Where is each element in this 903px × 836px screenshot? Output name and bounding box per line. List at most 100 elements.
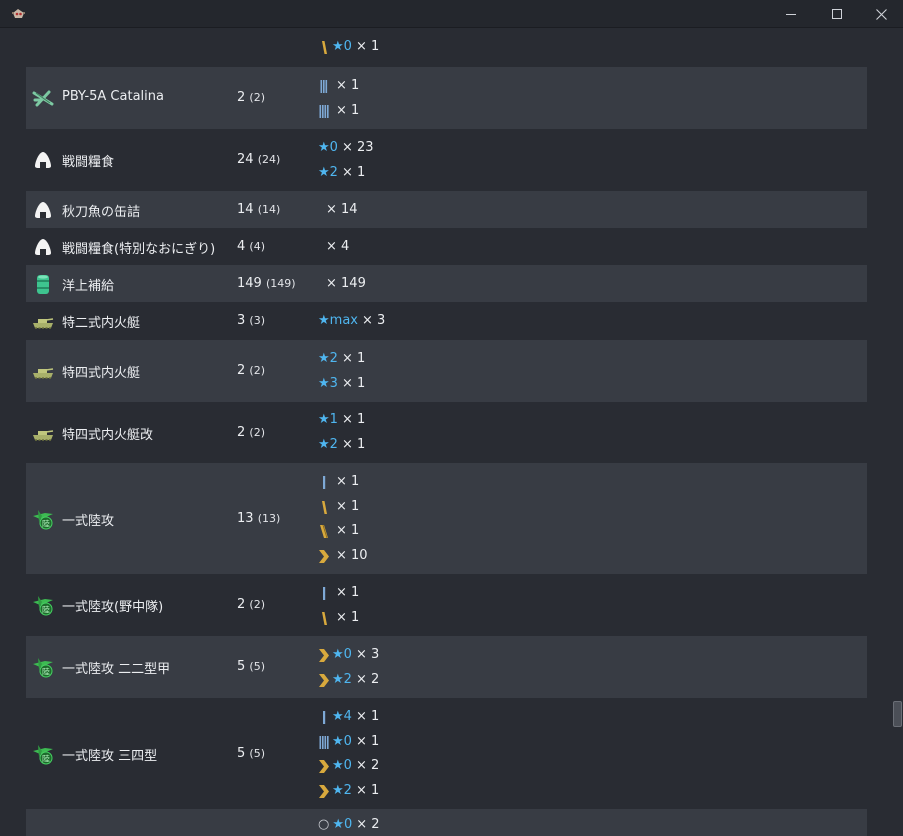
equipment-count: 5 (5)	[237, 746, 265, 761]
count-total: 5	[237, 746, 246, 761]
improvement-multiplier: × 1	[341, 376, 366, 391]
improvement-line: ★max × 3	[318, 313, 385, 329]
improvement-multiplier: × 2	[356, 817, 380, 832]
count-available: (2)	[249, 598, 266, 611]
land-bomber-icon: 陸	[32, 594, 54, 616]
improvement-line: ○ ★0 × 2	[318, 817, 380, 833]
svg-text:陸: 陸	[42, 754, 50, 764]
table-row[interactable]: 陸一式陸攻 二二型甲 5 (5) ★0 × 3 ★2 × 2	[26, 636, 867, 698]
improvement-multiplier: × 23	[341, 140, 374, 155]
improvement-multiplier: × 10	[336, 548, 368, 563]
improvement-multiplier: × 1	[336, 499, 360, 514]
proficiency-chevron-yellow-icon	[318, 549, 330, 564]
improvement-line: × 4	[322, 239, 349, 255]
maximize-button[interactable]	[814, 0, 860, 28]
count-total: 3	[237, 313, 246, 328]
equipment-count: 149 (149)	[237, 276, 296, 291]
svg-text:陸: 陸	[42, 667, 50, 677]
count-total: 2	[237, 597, 246, 612]
count-total: 5	[237, 659, 246, 674]
improvement-multiplier: × 1	[341, 412, 366, 427]
table-row[interactable]: 特四式内火艇改 2 (2) ★1 × 1 ★2 × 1	[26, 402, 867, 463]
improvement-line: ★2 × 1	[318, 351, 365, 367]
tank-icon	[32, 360, 54, 382]
improvement-multiplier: × 1	[341, 351, 366, 366]
improvement-multiplier: × 2	[355, 758, 380, 773]
count-total: 13	[237, 511, 254, 526]
improvement-multiplier: × 1	[336, 78, 360, 93]
improvement-line: ★2 × 2	[318, 672, 379, 688]
improvement-star: ★2	[332, 672, 352, 687]
count-available: (2)	[249, 364, 266, 377]
improvement-star: ★0	[318, 140, 338, 155]
table-row[interactable]: 陸 一式陸攻(野中隊) 2 (2) × 1 × 1	[26, 574, 867, 636]
improvement-multiplier: × 1	[336, 610, 360, 625]
improvement-multiplier: × 3	[355, 647, 380, 662]
table-row[interactable]: PBY-5A Catalina 2 (2) × 1 × 1	[26, 67, 867, 129]
improvement-line: × 1	[318, 474, 359, 490]
app-logo-icon	[12, 9, 25, 18]
improvement-line: ★0 × 3	[318, 647, 379, 663]
proficiency-single-yellow-icon	[318, 40, 330, 55]
improvement-multiplier: × 1	[355, 734, 380, 749]
count-available: (24)	[257, 153, 281, 166]
improvement-star: ★2	[318, 351, 338, 366]
proficiency-triple-blue-icon	[318, 79, 330, 94]
equipment-name: 洋上補給	[62, 279, 115, 294]
circle-icon: ○	[318, 817, 330, 832]
table-row[interactable]: 陸 一式陸攻 13 (13) × 1 × 1 × 1 × 10	[26, 463, 867, 574]
proficiency-chevron-yellow-icon	[318, 784, 330, 799]
count-available: (13)	[257, 512, 281, 525]
maximize-icon	[832, 9, 842, 19]
title-bar	[0, 0, 903, 28]
seaplane-icon	[32, 87, 54, 109]
onigiri-icon	[32, 236, 54, 258]
equipment-count: 5 (5)	[237, 659, 265, 674]
close-button[interactable]	[858, 0, 903, 28]
equipment-count: 2 (2)	[237, 425, 265, 440]
improvement-star: ★0	[332, 647, 352, 662]
table-row[interactable]: 特二式内火艇 3 (3) ★max × 3	[26, 302, 867, 340]
equipment-name: 一式陸攻 二二型甲	[62, 662, 171, 677]
table-row[interactable]: 洋上補給 149 (149) × 149	[26, 265, 867, 302]
equipment-name: 戦闘糧食(特別なおにぎり)	[62, 242, 216, 257]
onigiri-icon	[32, 149, 54, 171]
improvement-multiplier: × 1	[355, 709, 380, 724]
table-row[interactable]: 秋刀魚の缶詰 14 (14) × 14	[26, 191, 867, 228]
count-total: 4	[237, 239, 246, 254]
proficiency-chevron-yellow-icon	[318, 673, 330, 688]
count-total: 2	[237, 425, 246, 440]
improvement-line: × 1	[318, 103, 359, 119]
equipment-name: PBY-5A Catalina	[62, 89, 164, 104]
equipment-count: 13 (13)	[237, 511, 280, 526]
count-available: (2)	[249, 426, 266, 439]
table-row[interactable]: 陸一式陸攻 三四型 5 (5) ★4 × 1 ★0 × 1 ★0 × 2 ★2 × 1	[26, 698, 867, 809]
table-row[interactable]: ★0 × 1	[26, 29, 867, 67]
table-row[interactable]: ○ ★0 × 2	[26, 809, 867, 836]
tank-icon	[32, 310, 54, 332]
improvement-multiplier: × 1	[336, 523, 360, 538]
table-row[interactable]: 特四式内火艇 2 (2) ★2 × 1 ★3 × 1	[26, 340, 867, 402]
improvement-line: ★4 × 1	[318, 709, 379, 725]
equipment-count: 4 (4)	[237, 239, 265, 254]
minimize-button[interactable]	[768, 0, 814, 28]
improvement-line: × 14	[322, 202, 358, 218]
equipment-count: 2 (2)	[237, 90, 265, 105]
equipment-name: 秋刀魚の缶詰	[62, 205, 141, 220]
improvement-star: ★2	[318, 437, 338, 452]
improvement-multiplier: × 2	[355, 672, 380, 687]
improvement-multiplier: × 1	[336, 103, 360, 118]
improvement-star: ★0	[332, 758, 352, 773]
equipment-list: ★0 × 1 PBY-5A Catalina 2 (2) × 1 × 1 戦闘糧食 24 (2…	[26, 29, 867, 836]
table-row[interactable]: 戦闘糧食 24 (24) ★0 × 23 ★2 × 1	[26, 129, 867, 191]
table-row[interactable]: 戦闘糧食(特別なおにぎり) 4 (4) × 4	[26, 228, 867, 265]
scrollbar-thumb[interactable]	[893, 701, 902, 727]
land-bomber-icon: 陸	[32, 656, 54, 678]
proficiency-single-blue-icon	[318, 586, 330, 601]
improvement-multiplier: × 1	[355, 783, 380, 798]
improvement-line: ★2 × 1	[318, 783, 379, 799]
proficiency-chevron-yellow-icon	[318, 759, 330, 774]
svg-text:陸: 陸	[42, 605, 50, 615]
minimize-icon	[786, 13, 796, 15]
equipment-name: 特二式内火艇	[62, 316, 141, 331]
